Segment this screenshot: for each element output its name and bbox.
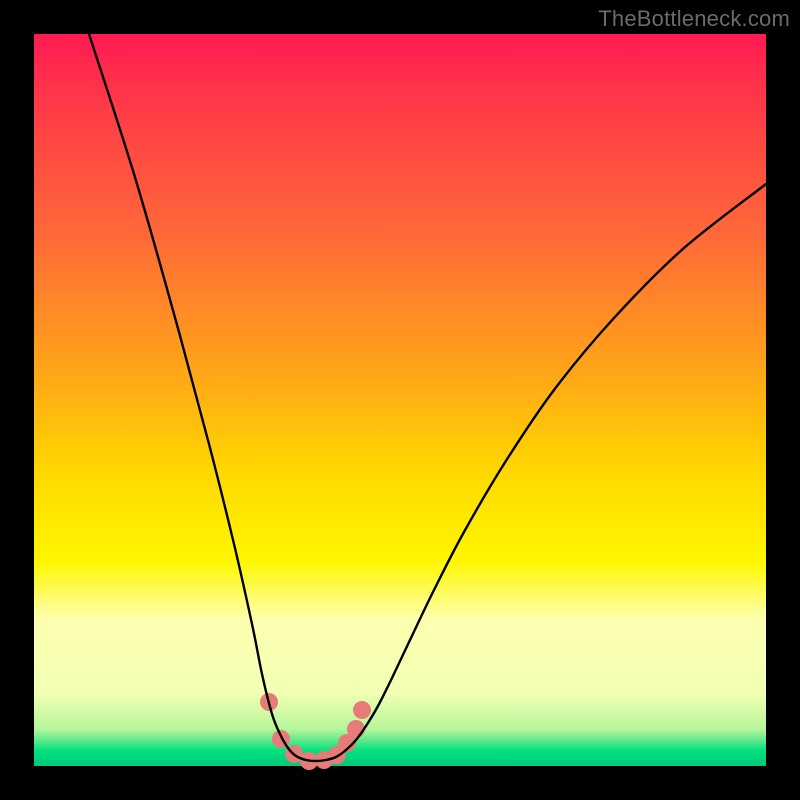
highlight-dot bbox=[353, 701, 371, 719]
chart-svg bbox=[34, 34, 766, 766]
plot-area bbox=[34, 34, 766, 766]
bottleneck-curve bbox=[89, 34, 766, 761]
chart-frame: TheBottleneck.com bbox=[0, 0, 800, 800]
watermark-text: TheBottleneck.com bbox=[598, 6, 790, 32]
marker-group bbox=[260, 693, 371, 770]
highlight-dot bbox=[347, 720, 365, 738]
